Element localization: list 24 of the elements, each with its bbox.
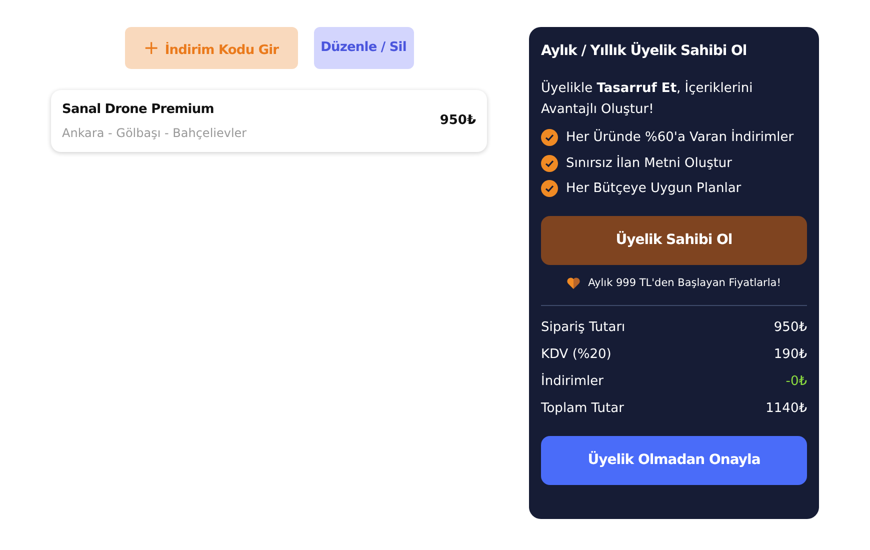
panel-title: Aylık / Yıllık Üyelik Sahibi Ol xyxy=(541,41,748,61)
benefit-text: Sınırsız İlan Metni Oluştur xyxy=(566,154,732,172)
benefit-text: Her Üründe %60'a Varan İndirimler xyxy=(566,128,794,147)
summary-value: -0₺ xyxy=(786,373,807,391)
pricing-note: Aylık 999 TL'den Başlayan Fiyatlarla! xyxy=(588,276,781,290)
summary-label: Toplam Tutar xyxy=(541,400,624,418)
check-icon xyxy=(541,180,558,198)
edit-button[interactable]: Düzenle / Sil xyxy=(314,27,414,69)
membership-button[interactable]: Üyelik Sahibi Ol xyxy=(541,216,807,264)
summary-label: Sipariş Tutarı xyxy=(541,319,626,337)
confirm-button[interactable]: Üyelik Olmadan Onayla xyxy=(541,436,807,486)
heart-icon xyxy=(567,277,580,290)
check-icon xyxy=(541,154,558,172)
summary-value: 190₺ xyxy=(774,346,807,364)
summary-label: İndirimler xyxy=(541,372,604,391)
summary-value: 1140₺ xyxy=(766,400,807,418)
product-name: Sanal Drone Premium xyxy=(62,101,215,119)
benefit-text: Her Bütçeye Uygun Planlar xyxy=(566,180,742,198)
product-price: 950₺ xyxy=(440,112,476,130)
summary-value: 950₺ xyxy=(774,319,807,337)
product-location: Ankara - Gölbaşı - Bahçelievler xyxy=(62,124,247,142)
check-icon xyxy=(541,129,558,146)
summary-label: KDV (%20) xyxy=(541,346,612,364)
intro-text: Üyelikle Tasarruf Et, İçeriklerini Avantajlı Oluştur! xyxy=(541,79,754,119)
